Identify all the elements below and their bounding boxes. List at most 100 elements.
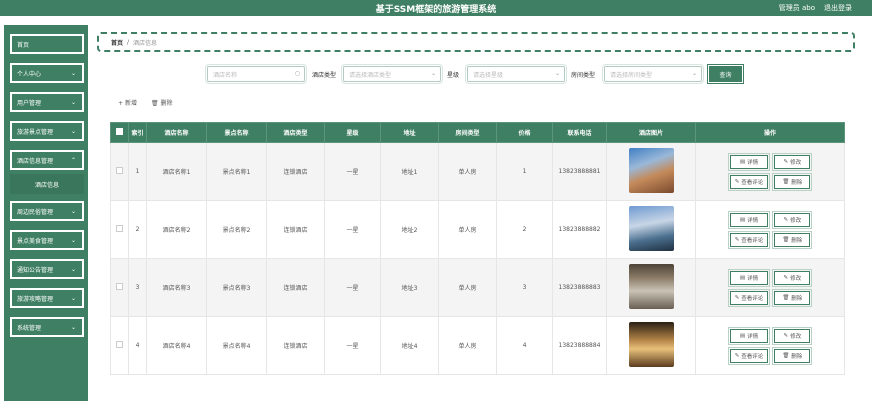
delete-button[interactable]: 🗑 删除 xyxy=(772,172,813,191)
cell-spot-name: 景点名称2 xyxy=(206,200,267,259)
delete-button[interactable]: 🗑 删除 xyxy=(772,346,813,365)
cell-price: 4 xyxy=(496,316,553,375)
breadcrumb: 首页 / 酒店信息 xyxy=(97,32,855,52)
col-spot-name: 景点名称 xyxy=(206,122,267,143)
batch-delete-button[interactable]: 🗑 删除 xyxy=(151,98,173,107)
sidebar-item-users[interactable]: 用户管理 ⌄ xyxy=(10,92,84,112)
cell-hotel-type: 连锁酒店 xyxy=(266,316,325,375)
hotel-table: 索引 酒店名称 景点名称 酒店类型 星级 地址 房间类型 价格 联系电话 酒店图… xyxy=(110,122,845,375)
hotel-name-input[interactable]: 酒店名称 ○ xyxy=(205,64,307,84)
cell-room-type: 单人房 xyxy=(438,200,497,259)
sidebar-item-guides[interactable]: 旅游攻略管理 ⌄ xyxy=(10,288,84,308)
col-actions: 操作 xyxy=(695,122,845,143)
detail-button[interactable]: ▤ 详情 xyxy=(727,326,771,345)
star-label: 星级 xyxy=(447,72,460,79)
row-checkbox[interactable] xyxy=(110,200,129,259)
cell-hotel-type: 连锁酒店 xyxy=(266,258,325,317)
col-image: 酒店图片 xyxy=(606,122,696,143)
room-type-select[interactable]: 请选择房间类型 ⌄ xyxy=(602,64,704,84)
detail-button[interactable]: ▤ 详情 xyxy=(727,210,771,229)
trash-icon: 🗑 xyxy=(782,178,790,185)
hotel-image[interactable] xyxy=(628,322,674,367)
chevron-down-icon: ⌄ xyxy=(70,207,76,215)
chevron-down-icon: ⌄ xyxy=(70,294,76,302)
cell-hotel-name: 酒店名称2 xyxy=(146,200,207,259)
sidebar-item-food[interactable]: 景点美食管理 ⌄ xyxy=(10,230,84,250)
star-select[interactable]: 请选择星级 ⌄ xyxy=(465,64,567,84)
select-all-checkbox[interactable] xyxy=(110,122,129,143)
sidebar-subitem-hotel-info[interactable]: 酒店信息 xyxy=(10,174,84,194)
table-row: 3 酒店名称3 景点名称3 连锁酒店 一星 地址3 单人房 3 13823888883 ▤ 详情 ✎ 修… xyxy=(110,258,845,317)
logout-link[interactable]: 退出登录 xyxy=(824,3,852,13)
top-header: 基于SSM框架的旅游管理系统 管理员 abo 退出登录 xyxy=(0,0,872,16)
edit-icon: ✎ xyxy=(734,236,740,243)
detail-button[interactable]: ▤ 详情 xyxy=(727,268,771,287)
sidebar-item-folk[interactable]: 周边民俗管理 ⌄ xyxy=(10,201,84,221)
cell-actions: ▤ 详情 ✎ 修改 ✎ 查看评论 🗑 删除 xyxy=(695,142,845,201)
cell-hotel-image xyxy=(606,142,696,201)
room-type-label: 房间类型 xyxy=(571,72,596,79)
view-reviews-button[interactable]: ✎ 查看评论 xyxy=(727,172,771,191)
view-reviews-button[interactable]: ✎ 查看评论 xyxy=(727,288,771,307)
cell-hotel-image xyxy=(606,258,696,317)
cell-spot-name: 景点名称1 xyxy=(206,142,267,201)
cell-phone: 13823888882 xyxy=(552,200,607,259)
table-row: 1 酒店名称1 景点名称1 连锁酒店 一星 地址1 单人房 1 13823888881 ▤ 详情 ✎ 修… xyxy=(110,142,845,201)
view-reviews-button[interactable]: ✎ 查看评论 xyxy=(727,230,771,249)
chevron-down-icon: ⌄ xyxy=(70,127,76,135)
query-button[interactable]: 查询 xyxy=(707,64,744,84)
cell-star: 一星 xyxy=(324,258,381,317)
chevron-down-icon: ⌄ xyxy=(430,70,436,77)
sidebar-item-home[interactable]: 首页 xyxy=(10,34,84,54)
hotel-image[interactable] xyxy=(628,148,674,193)
cell-hotel-type: 连锁酒店 xyxy=(266,142,325,201)
sidebar-item-notice[interactable]: 通知公告管理 ⌄ xyxy=(10,259,84,279)
cell-room-type: 单人房 xyxy=(438,258,497,317)
table-header-row: 索引 酒店名称 景点名称 酒店类型 星级 地址 房间类型 价格 联系电话 酒店图… xyxy=(110,122,845,143)
sidebar-item-hotels[interactable]: 酒店信息管理 ⌃ xyxy=(10,150,84,170)
sidebar-item-spots[interactable]: 旅游景点管理 ⌄ xyxy=(10,121,84,141)
edit-button[interactable]: ✎ 修改 xyxy=(772,152,813,171)
cell-spot-name: 景点名称4 xyxy=(206,316,267,375)
chevron-down-icon: ⌄ xyxy=(70,236,76,244)
chevron-down-icon: ⌄ xyxy=(70,265,76,273)
cell-address: 地址4 xyxy=(380,316,439,375)
cell-spot-name: 景点名称3 xyxy=(206,258,267,317)
add-button[interactable]: + 新增 xyxy=(118,98,137,107)
edit-button[interactable]: ✎ 修改 xyxy=(772,326,813,345)
chevron-up-icon: ⌃ xyxy=(70,156,76,164)
hotel-type-select[interactable]: 请选择酒店类型 ⌄ xyxy=(341,64,443,84)
edit-button[interactable]: ✎ 修改 xyxy=(772,210,813,229)
edit-button[interactable]: ✎ 修改 xyxy=(772,268,813,287)
row-checkbox[interactable] xyxy=(110,258,129,317)
detail-icon: ▤ xyxy=(739,216,746,223)
delete-button[interactable]: 🗑 删除 xyxy=(772,288,813,307)
chevron-down-icon: ⌄ xyxy=(554,70,560,77)
view-reviews-button[interactable]: ✎ 查看评论 xyxy=(727,346,771,365)
cell-index: 4 xyxy=(128,316,147,375)
cell-actions: ▤ 详情 ✎ 修改 ✎ 查看评论 🗑 删除 xyxy=(695,316,845,375)
delete-button[interactable]: 🗑 删除 xyxy=(772,230,813,249)
row-checkbox[interactable] xyxy=(110,316,129,375)
trash-icon: 🗑 xyxy=(782,236,790,243)
cell-address: 地址2 xyxy=(380,200,439,259)
trash-icon: 🗑 xyxy=(782,352,790,359)
cell-hotel-name: 酒店名称1 xyxy=(146,142,207,201)
cell-price: 3 xyxy=(496,258,553,317)
row-checkbox[interactable] xyxy=(110,142,129,201)
hotel-image[interactable] xyxy=(628,264,674,309)
current-user: 管理员 abo xyxy=(778,4,815,12)
col-price: 价格 xyxy=(496,122,553,143)
breadcrumb-separator: / xyxy=(127,38,130,46)
edit-icon: ✎ xyxy=(783,332,789,339)
col-hotel-name: 酒店名称 xyxy=(146,122,207,143)
table-toolbar: + 新增 🗑 删除 xyxy=(118,98,173,107)
hotel-image[interactable] xyxy=(628,206,674,251)
search-bar: 酒店名称 ○ 酒店类型 请选择酒店类型 ⌄ 星级 请选择星级 ⌄ 房间类型 请选… xyxy=(0,64,872,84)
cell-actions: ▤ 详情 ✎ 修改 ✎ 查看评论 🗑 删除 xyxy=(695,258,845,317)
sidebar-item-system[interactable]: 系统管理 ⌄ xyxy=(10,317,84,337)
cell-price: 1 xyxy=(496,142,553,201)
breadcrumb-home[interactable]: 首页 xyxy=(111,38,123,47)
cell-index: 1 xyxy=(128,142,147,201)
detail-button[interactable]: ▤ 详情 xyxy=(727,152,771,171)
